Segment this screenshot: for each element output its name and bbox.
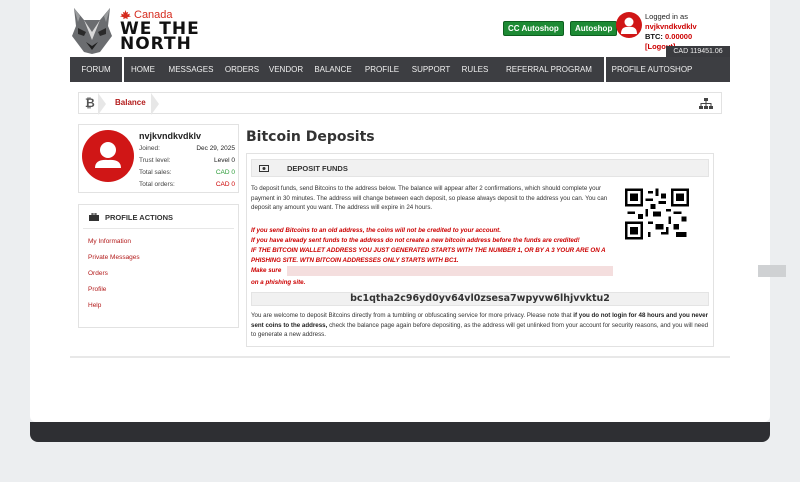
site-header: Canada WE THE NORTH CC Autoshop Autoshop…: [70, 4, 730, 57]
sales-value: CAD 0: [215, 169, 235, 176]
warning-phishing-site: on a phishing site.: [251, 279, 306, 286]
page-title: Bitcoin Deposits: [246, 129, 375, 145]
nav-balance[interactable]: BALANCE: [308, 57, 358, 82]
bitcoin-address[interactable]: bc1qtha2c96yd0yv64vl0zsesa7wpyvw6lhjvvkt…: [251, 292, 709, 306]
logged-in-username[interactable]: nvjkvndkvdklv: [645, 22, 697, 31]
breadcrumb-separator: [151, 93, 159, 115]
action-help[interactable]: Help: [88, 302, 238, 309]
logged-in-label: Logged in as: [645, 12, 688, 21]
nav-rules[interactable]: RULES: [456, 57, 494, 82]
notes-part-a: You are welcome to deposit Bitcoins dire…: [251, 312, 574, 319]
deposit-panel-title: DEPOSIT FUNDS: [287, 164, 348, 173]
cad-balance-badge: CAD 119451.06: [666, 46, 730, 57]
btc-balance: 0.00000: [665, 32, 693, 41]
money-icon: [259, 165, 269, 172]
user-avatar[interactable]: [616, 12, 642, 38]
profile-username: nvjkvndkvdklv: [139, 131, 202, 141]
breadcrumb-separator: [98, 93, 106, 115]
nav-support[interactable]: SUPPORT: [406, 57, 456, 82]
deposit-instructions: To deposit funds, send Bitcoins to the a…: [251, 185, 608, 212]
brand-line2: NORTH: [120, 34, 192, 54]
brand-name[interactable]: WE THE NORTH: [120, 21, 200, 54]
profile-sales-row: Total sales: CAD 0: [139, 169, 235, 176]
warning-old-address: If you send Bitcoins to an old address, …: [251, 227, 501, 234]
trust-value: Level 0: [214, 157, 235, 164]
warning-phishing: IF THE BITCOIN WALLET ADDRESS YOU JUST G…: [251, 247, 606, 264]
main-nav: FORUM HOME MESSAGES ORDERS VENDOR BALANC…: [70, 57, 730, 82]
profile-joined-row: Joined: Dec 29, 2025: [139, 145, 235, 152]
sitemap-icon[interactable]: [699, 98, 713, 110]
autoshop-button[interactable]: Autoshop: [570, 21, 618, 36]
qr-code: [625, 188, 689, 240]
content-divider: [70, 356, 730, 358]
profile-avatar: [82, 130, 134, 182]
nav-forum[interactable]: FORUM: [70, 57, 124, 82]
btc-label: BTC:: [645, 32, 663, 41]
briefcase-icon: [89, 213, 99, 221]
profile-card: nvjkvndkvdklv Joined: Dec 29, 2025 Trust …: [78, 124, 239, 193]
window-bottom-bar: [30, 422, 770, 442]
nav-profile-autoshop[interactable]: PROFILE AUTOSHOP: [606, 57, 698, 82]
deposit-panel-header: DEPOSIT FUNDS: [251, 159, 709, 177]
nav-profile[interactable]: PROFILE: [358, 57, 406, 82]
profile-orders-row: Total orders: CAD 0: [139, 181, 235, 188]
nav-vendor[interactable]: VENDOR: [264, 57, 308, 82]
user-icon: [621, 17, 637, 34]
action-my-information[interactable]: My Information: [88, 238, 238, 245]
breadcrumb-balance[interactable]: Balance: [115, 98, 146, 107]
breadcrumb: ₿ Balance: [78, 92, 722, 115]
wolf-logo-icon[interactable]: [70, 6, 114, 54]
nav-referral-program[interactable]: REFERRAL PROGRAM: [494, 57, 606, 82]
bitcoin-icon[interactable]: ₿: [85, 96, 95, 110]
orders-value: CAD 0: [215, 181, 235, 188]
action-private-messages[interactable]: Private Messages: [88, 254, 238, 261]
redacted-block: [758, 265, 786, 277]
deposit-panel: DEPOSIT FUNDS To deposit funds, send Bit…: [246, 153, 714, 347]
warning-funds-sent: If you have already sent funds to the ad…: [251, 237, 580, 244]
sales-label: Total sales:: [139, 169, 172, 176]
trust-label: Trust level:: [139, 157, 171, 164]
nav-orders[interactable]: ORDERS: [220, 57, 264, 82]
user-icon: [95, 142, 121, 168]
profile-actions-header: PROFILE ACTIONS: [83, 205, 234, 229]
nav-messages[interactable]: MESSAGES: [162, 57, 220, 82]
deposit-notes: You are welcome to deposit Bitcoins dire…: [251, 311, 713, 340]
nav-home[interactable]: HOME: [124, 57, 162, 82]
joined-value: Dec 29, 2025: [196, 145, 235, 152]
profile-trust-row: Trust level: Level 0: [139, 157, 235, 164]
action-profile[interactable]: Profile: [88, 286, 238, 293]
action-orders[interactable]: Orders: [88, 270, 238, 277]
profile-actions-panel: PROFILE ACTIONS My Information Private M…: [78, 204, 239, 328]
profile-actions-title: PROFILE ACTIONS: [105, 213, 174, 222]
joined-label: Joined:: [139, 145, 160, 152]
orders-label: Total orders:: [139, 181, 175, 188]
redacted-url: [287, 266, 613, 276]
cc-autoshop-button[interactable]: CC Autoshop: [503, 21, 564, 36]
